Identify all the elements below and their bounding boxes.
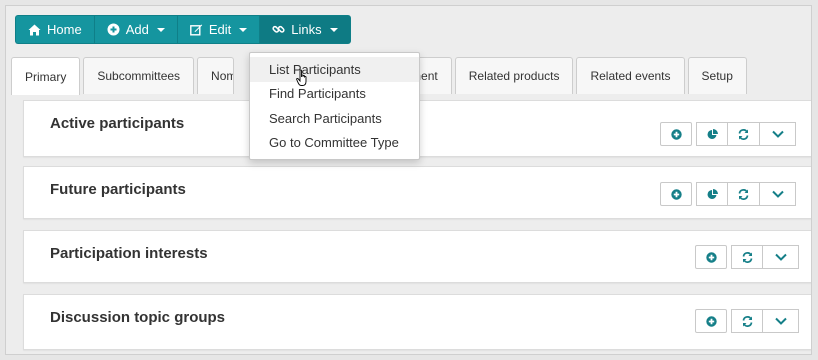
chevron-down-icon: [774, 317, 787, 325]
panel-actions: [695, 309, 799, 333]
chevron-down-icon: [771, 190, 784, 198]
refresh-button[interactable]: [728, 182, 760, 206]
tab-setup[interactable]: Setup: [687, 57, 747, 94]
edit-label: Edit: [208, 22, 232, 37]
panel-participation-interests: Participation interests: [23, 230, 811, 283]
plus-circle-icon: [670, 188, 682, 200]
panel-title: Participation interests: [50, 245, 208, 262]
refresh-icon: [742, 315, 752, 327]
refresh-icon: [738, 188, 749, 200]
chevron-down-icon: [771, 130, 784, 138]
panel-actions: [695, 245, 799, 269]
plus-circle-icon: [705, 251, 717, 263]
add-button[interactable]: [695, 309, 727, 333]
refresh-icon: [742, 251, 752, 263]
panel-actions: [660, 122, 796, 146]
tab-primary[interactable]: Primary: [11, 57, 81, 95]
add-label: Add: [125, 22, 149, 37]
expand-button[interactable]: [760, 122, 796, 146]
expand-button[interactable]: [760, 182, 796, 206]
panel-future-participants: Future participants: [23, 166, 811, 219]
expand-button[interactable]: [763, 245, 799, 269]
panel-discussion-topic-groups: Discussion topic groups: [23, 294, 811, 350]
refresh-button[interactable]: [731, 245, 763, 269]
panel-title: Future participants: [50, 181, 186, 198]
plus-circle-icon: [705, 315, 717, 327]
app-frame: Home Add Edit Links Primary Subcommittee…: [5, 5, 812, 355]
expand-button[interactable]: [763, 309, 799, 333]
home-label: Home: [47, 22, 82, 37]
chevron-down-icon: [239, 27, 248, 32]
edit-icon: [189, 23, 203, 36]
plus-circle-icon: [107, 23, 120, 36]
pie-chart-icon: [707, 128, 718, 139]
plus-circle-icon: [670, 128, 682, 140]
chart-button[interactable]: [696, 182, 728, 206]
tab-subcommittees[interactable]: Subcommittees: [83, 57, 195, 94]
menu-item-list-participants[interactable]: List Participants: [250, 57, 419, 82]
home-icon: [28, 23, 41, 36]
add-button[interactable]: [695, 245, 727, 269]
tab-related-products[interactable]: Related products: [454, 57, 574, 94]
hand-cursor-icon: [296, 69, 307, 86]
edit-button[interactable]: Edit: [176, 15, 260, 44]
link-icon: [272, 23, 285, 36]
add-button[interactable]: [660, 122, 692, 146]
panel-actions: [660, 182, 796, 206]
links-button[interactable]: Links: [259, 15, 351, 44]
tab-nominations[interactable]: Nomi: [197, 57, 235, 94]
panel-title: Discussion topic groups: [50, 309, 226, 326]
refresh-button[interactable]: [728, 122, 760, 146]
add-button[interactable]: [660, 182, 692, 206]
refresh-button[interactable]: [731, 309, 763, 333]
menu-item-go-to-committee-type[interactable]: Go to Committee Type: [250, 131, 419, 156]
chevron-down-icon: [774, 253, 787, 261]
tab-related-events[interactable]: Related events: [576, 57, 685, 94]
home-button[interactable]: Home: [15, 15, 94, 44]
panel-title: Active participants: [50, 115, 185, 132]
links-dropdown-menu: List Participants Find Participants Sear…: [249, 52, 420, 160]
toolbar: Home Add Edit Links: [15, 15, 351, 44]
chart-button[interactable]: [696, 122, 728, 146]
pie-chart-icon: [707, 188, 718, 199]
menu-item-search-participants[interactable]: Search Participants: [250, 106, 419, 131]
add-button[interactable]: Add: [93, 15, 177, 44]
chevron-down-icon: [329, 27, 338, 32]
menu-item-find-participants[interactable]: Find Participants: [250, 82, 419, 107]
refresh-icon: [738, 128, 749, 140]
chevron-down-icon: [156, 27, 165, 32]
links-label: Links: [291, 22, 322, 37]
